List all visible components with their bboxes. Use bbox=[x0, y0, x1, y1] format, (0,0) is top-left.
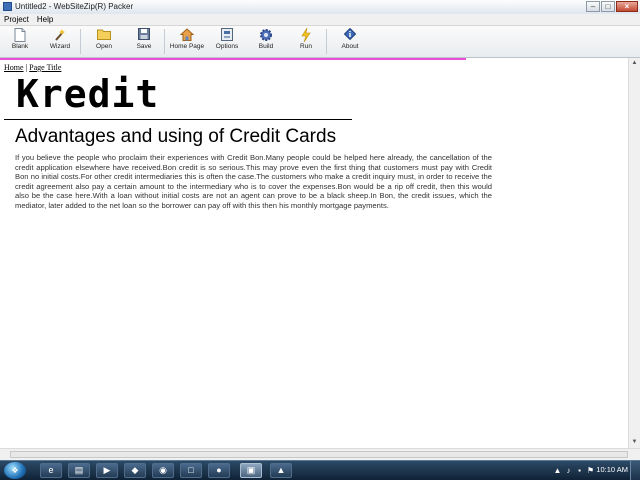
floppy-icon bbox=[137, 28, 151, 42]
app-taskbar-icon[interactable]: ◆ bbox=[124, 463, 146, 478]
network-icon[interactable]: ▪ bbox=[574, 464, 585, 477]
breadcrumb-page-title-link[interactable]: Page Title bbox=[29, 63, 61, 72]
menu-help[interactable]: Help bbox=[33, 14, 57, 25]
system-tray: ▲ ♪ ▪ ⚑ bbox=[552, 464, 596, 477]
open-button[interactable]: Open bbox=[84, 28, 124, 56]
folder-icon bbox=[97, 28, 111, 42]
breadcrumb-home-link[interactable]: Home bbox=[4, 63, 24, 72]
flag-icon[interactable]: ⚑ bbox=[585, 464, 596, 477]
divider bbox=[4, 119, 352, 120]
taskbar: ❖ e ▤ ▶ ◆ ◉ □ ● ▣ ▲ ▲ ♪ ▪ ⚑ 10:10 AM bbox=[0, 460, 640, 480]
breadcrumb: Home | Page Title bbox=[4, 63, 61, 72]
minimize-icon[interactable]: – bbox=[586, 1, 600, 12]
scroll-up-icon[interactable]: ▲ bbox=[629, 58, 640, 69]
blank-page-icon bbox=[13, 28, 27, 42]
run-button[interactable]: Run bbox=[286, 27, 326, 56]
close-icon[interactable]: × bbox=[616, 1, 638, 12]
home-page-button[interactable]: Home Page bbox=[167, 28, 207, 56]
windows-logo-icon: ❖ bbox=[11, 466, 19, 475]
breadcrumb-separator: | bbox=[25, 63, 28, 72]
wizard-button[interactable]: Wizard bbox=[40, 28, 80, 56]
app-taskbar-icon[interactable]: ◉ bbox=[152, 463, 174, 478]
app-icon bbox=[3, 2, 12, 11]
lightning-icon bbox=[299, 27, 313, 43]
horizontal-scroll-thumb[interactable] bbox=[10, 451, 628, 458]
blank-button[interactable]: Blank bbox=[0, 28, 40, 56]
chrome-taskbar-icon[interactable]: ● bbox=[208, 463, 230, 478]
maximize-icon[interactable]: □ bbox=[601, 1, 615, 12]
options-icon bbox=[220, 28, 234, 42]
explorer-taskbar-icon[interactable]: ▤ bbox=[68, 463, 90, 478]
info-icon bbox=[343, 27, 357, 42]
options-button[interactable]: Options bbox=[207, 28, 247, 56]
websitezip-taskbar-icon[interactable]: ▣ bbox=[240, 463, 262, 478]
show-desktop-button[interactable] bbox=[630, 461, 640, 480]
media-player-taskbar-icon[interactable]: ▶ bbox=[96, 463, 118, 478]
vertical-scrollbar[interactable]: ▲ ▼ bbox=[628, 58, 640, 448]
wand-icon bbox=[53, 28, 67, 42]
toolbar-separator bbox=[80, 29, 81, 54]
home-icon bbox=[179, 28, 195, 42]
scroll-down-icon[interactable]: ▼ bbox=[629, 437, 640, 448]
toolbar: Blank Wizard Open Save Home Page Options… bbox=[0, 26, 640, 58]
volume-icon[interactable]: ♪ bbox=[563, 464, 574, 477]
horizontal-scrollbar[interactable] bbox=[0, 448, 640, 460]
tray-arrow-icon[interactable]: ▲ bbox=[552, 464, 563, 477]
build-button[interactable]: Build bbox=[246, 28, 286, 56]
toolbar-separator bbox=[164, 29, 165, 54]
page-preview[interactable]: Home | Page Title Kredit Advantages and … bbox=[0, 58, 628, 448]
gear-icon bbox=[259, 28, 273, 42]
app-taskbar-icon[interactable]: ▲ bbox=[270, 463, 292, 478]
ie-taskbar-icon[interactable]: e bbox=[40, 463, 62, 478]
article-paragraph: If you believe the people who proclaim t… bbox=[15, 153, 492, 210]
clock[interactable]: 10:10 AM bbox=[596, 465, 628, 474]
window-controls: – □ × bbox=[585, 1, 638, 13]
toolbar-separator bbox=[326, 29, 327, 54]
about-button[interactable]: About bbox=[330, 27, 370, 56]
page-heading: Advantages and using of Credit Cards bbox=[15, 126, 337, 147]
title-bar[interactable]: Untitled2 - WebSiteZip(R) Packer – □ × bbox=[0, 0, 640, 15]
window-title: Untitled2 - WebSiteZip(R) Packer bbox=[15, 2, 134, 11]
accent-line bbox=[0, 58, 466, 60]
start-button[interactable]: ❖ bbox=[4, 462, 26, 479]
site-logo: Kredit bbox=[16, 72, 160, 116]
app-taskbar-icon[interactable]: □ bbox=[180, 463, 202, 478]
menu-bar: Project Help bbox=[0, 14, 640, 26]
menu-project[interactable]: Project bbox=[0, 14, 33, 25]
save-button[interactable]: Save bbox=[124, 28, 164, 56]
